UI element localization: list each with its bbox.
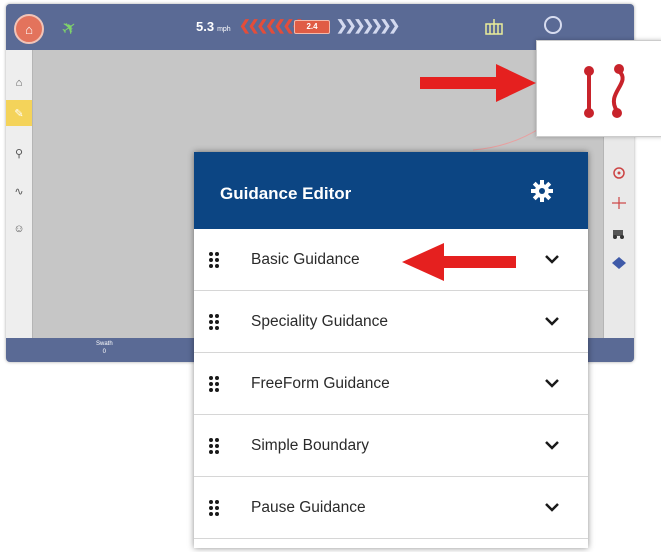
dialog-header: Guidance Editor bbox=[194, 152, 588, 229]
drag-handle-icon[interactable] bbox=[208, 375, 220, 393]
guidance-tab-icon[interactable]: ✎ bbox=[6, 100, 32, 126]
gear-icon[interactable] bbox=[530, 179, 554, 203]
list-item-label: Basic Guidance bbox=[251, 250, 360, 268]
lightbar-right-chevrons: ❯❯❯❯❯❯❯ bbox=[336, 17, 400, 33]
location-tab-icon[interactable]: ⚲ bbox=[6, 140, 32, 166]
layers-icon[interactable] bbox=[604, 252, 634, 274]
guidance-icon-callout bbox=[536, 40, 661, 137]
chevron-down-icon[interactable] bbox=[544, 501, 560, 513]
speed-unit: mph bbox=[217, 26, 231, 33]
diagnostics-tab-icon[interactable]: ∿ bbox=[6, 178, 32, 204]
drag-handle-icon[interactable] bbox=[208, 437, 220, 455]
drag-handle-icon[interactable] bbox=[208, 499, 220, 517]
help-tab-icon[interactable]: ☺ bbox=[6, 216, 32, 242]
list-item-speciality-guidance[interactable]: Speciality Guidance bbox=[194, 291, 588, 353]
nudge-icon[interactable] bbox=[604, 192, 634, 214]
list-item-label: FreeForm Guidance bbox=[251, 374, 390, 392]
guidance-editor-dialog: Guidance Editor Basic Guidance Specialit… bbox=[194, 152, 588, 548]
drag-handle-icon[interactable] bbox=[208, 313, 220, 331]
drag-handle-icon[interactable] bbox=[208, 251, 220, 269]
list-item-label: Pause Guidance bbox=[251, 498, 366, 516]
list-item-label: Speciality Guidance bbox=[251, 312, 388, 330]
home-button[interactable]: ⌂ bbox=[14, 14, 44, 44]
lightbar-left-chevrons: ❮❮❮❮❮❮❮ bbox=[239, 17, 303, 33]
guidance-list: Basic Guidance Speciality Guidance FreeF… bbox=[194, 229, 588, 539]
chevron-down-icon[interactable] bbox=[544, 377, 560, 389]
chevron-down-icon[interactable] bbox=[544, 439, 560, 451]
lightbar-offset: 2.4 bbox=[294, 20, 330, 34]
callout-arrow bbox=[420, 64, 536, 102]
list-item-freeform-guidance[interactable]: FreeForm Guidance bbox=[194, 353, 588, 415]
implement-icon[interactable] bbox=[482, 16, 506, 40]
chevron-down-icon[interactable] bbox=[544, 253, 560, 265]
list-item-basic-guidance[interactable]: Basic Guidance bbox=[194, 229, 588, 291]
list-item-simple-boundary[interactable]: Simple Boundary bbox=[194, 415, 588, 477]
left-toolbar: ⌂ ✎ ⚲ ∿ ☺ bbox=[6, 50, 33, 362]
swath-value: 0 bbox=[102, 349, 107, 355]
swath-readout: Swath 0 bbox=[96, 340, 113, 356]
steering-icon[interactable] bbox=[604, 162, 634, 184]
list-item-pause-guidance[interactable]: Pause Guidance bbox=[194, 477, 588, 539]
home-tab-icon[interactable]: ⌂ bbox=[6, 70, 32, 96]
dialog-title: Guidance Editor bbox=[220, 184, 352, 203]
speed-value: 5.3 bbox=[196, 19, 215, 34]
list-item-label: Simple Boundary bbox=[251, 436, 370, 454]
swath-label: Swath bbox=[96, 341, 113, 347]
right-toolbar bbox=[603, 128, 634, 338]
basic-guidance-arrow bbox=[402, 243, 516, 281]
satellite-icon: ✈ bbox=[57, 15, 82, 41]
speed-readout: 5.3 mph bbox=[196, 19, 231, 34]
vehicle-icon[interactable] bbox=[604, 222, 634, 244]
user-icon[interactable] bbox=[544, 16, 562, 34]
guidance-lines-icon bbox=[584, 64, 625, 118]
chevron-down-icon[interactable] bbox=[544, 315, 560, 327]
home-icon: ⌂ bbox=[25, 21, 33, 37]
